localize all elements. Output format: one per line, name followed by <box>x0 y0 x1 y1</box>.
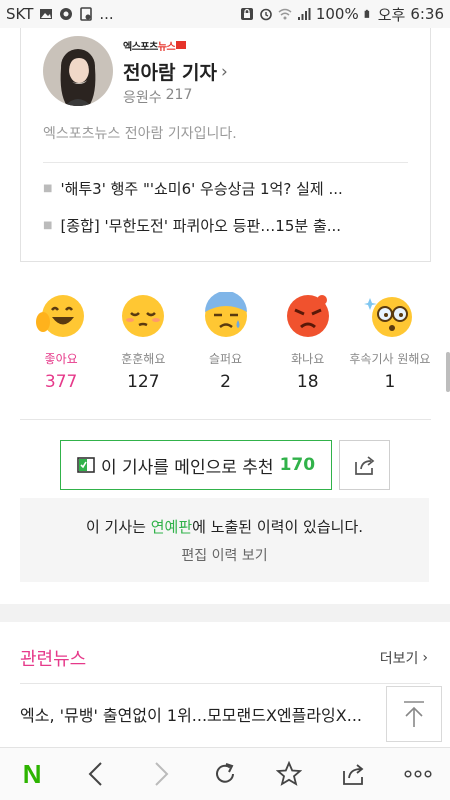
status-bar: SKT ... 100% 오후 6:36 <box>0 0 450 28</box>
angry-face-icon <box>286 295 329 337</box>
chevron-right-icon: › <box>422 650 428 666</box>
music-notification-icon <box>60 8 73 20</box>
browser-toolbar: N <box>0 747 450 800</box>
forward-button[interactable] <box>129 748 193 800</box>
more-menu-button[interactable] <box>386 748 450 800</box>
carrier-label: SKT <box>6 5 34 23</box>
alarm-icon <box>260 8 272 21</box>
reaction-warm[interactable]: 훈훈해요 127 <box>102 292 184 396</box>
reaction-like[interactable]: 좋아요 377 <box>20 292 102 396</box>
battery-percent: 100% <box>315 5 359 23</box>
scroll-to-top-button[interactable] <box>386 686 442 742</box>
toolbar-share-button[interactable] <box>321 748 385 800</box>
refresh-button[interactable] <box>193 748 257 800</box>
warm-face-icon <box>122 295 165 337</box>
reporter-name: 전아람 기자 <box>123 62 218 84</box>
recommend-check-icon <box>77 457 95 473</box>
battery-icon <box>364 9 369 18</box>
reporter-description: 엑스포츠뉴스 전아람 기자입니다. <box>43 126 237 142</box>
reporter-headline[interactable]: ■ [종합] '무한도전' 파퀴아오 등판…15분 출... <box>43 215 403 236</box>
divider <box>20 683 430 684</box>
related-news-title: 관련뉴스 <box>20 649 87 670</box>
brand-mark-icon <box>176 41 187 49</box>
reaction-sad[interactable]: 슬퍼요 2 <box>184 292 266 396</box>
share-button[interactable] <box>339 440 390 490</box>
more-notifications: ... <box>99 5 114 23</box>
exposure-notice: 이 기사는 연예판에 노출된 이력이 있습니다. 편집 이력 보기 <box>20 498 429 582</box>
bullet-icon: ■ <box>43 183 53 194</box>
chevron-right-icon: › <box>221 61 228 82</box>
edit-history-link[interactable]: 편집 이력 보기 <box>20 545 429 565</box>
reaction-want-followup[interactable]: 후속기사 원해요 1 <box>349 292 431 396</box>
like-face-icon <box>36 295 85 337</box>
arrow-up-icon <box>404 701 424 727</box>
gallery-notification-icon <box>40 9 53 19</box>
related-news-item[interactable]: 엑소, '뮤뱅' 출연없이 1위...모모랜드X엔플라잉X... <box>20 702 400 726</box>
bookmark-star-icon <box>276 761 303 786</box>
back-icon <box>89 762 103 786</box>
naver-home-button[interactable]: N <box>0 748 64 800</box>
bookmark-button[interactable] <box>257 748 321 800</box>
refresh-icon <box>215 763 234 783</box>
clock: 6:36 <box>410 5 444 23</box>
divider <box>20 419 431 420</box>
reporter-avatar[interactable] <box>43 36 113 106</box>
share-icon <box>354 456 374 475</box>
reaction-angry[interactable]: 화나요 18 <box>267 292 349 396</box>
want-followup-face-icon <box>363 297 412 337</box>
back-button[interactable] <box>64 748 128 800</box>
wifi-icon <box>278 8 292 20</box>
bullet-icon: ■ <box>43 220 53 231</box>
divider <box>43 162 408 163</box>
recommend-to-main-button[interactable]: 이 기사를 메인으로 추천 170 <box>60 440 332 490</box>
reaction-bar: 좋아요 377 훈훈해요 127 슬퍼요 2 화나요 18 후속기사 원해요 1 <box>20 292 431 396</box>
sad-face-icon <box>204 292 247 337</box>
time-ampm: 오후 <box>377 5 406 24</box>
share-icon <box>342 764 363 785</box>
signal-icon <box>297 8 311 20</box>
file-notification-icon <box>80 7 93 21</box>
reporter-name-link[interactable]: 전아람 기자 › <box>123 58 228 85</box>
lock-notification-icon <box>240 8 253 20</box>
notice-text: 이 기사는 연예판에 노출된 이력이 있습니다. <box>85 518 364 536</box>
brand-logo: 엑스포츠뉴스 <box>123 38 187 53</box>
reporter-card: 엑스포츠뉴스 전아람 기자 › 응원수 217 엑스포츠뉴스 전아람 기자입니다.… <box>20 28 431 262</box>
reporter-headline[interactable]: ■ '해투3' 행주 "'쇼미6' 우승상금 1억? 실제 ... <box>43 178 403 199</box>
more-button[interactable]: 더보기 › <box>380 648 428 668</box>
more-icon <box>404 770 432 778</box>
supporters-count: 응원수 217 <box>123 87 193 106</box>
section-link[interactable]: 연예판 <box>151 518 192 536</box>
forward-icon <box>154 762 169 786</box>
recommend-label: 이 기사를 메인으로 추천 <box>100 457 274 478</box>
recommend-count: 170 <box>279 455 316 475</box>
scrollbar[interactable] <box>446 352 450 392</box>
naver-home-icon: N <box>22 758 42 789</box>
section-separator <box>0 604 450 622</box>
